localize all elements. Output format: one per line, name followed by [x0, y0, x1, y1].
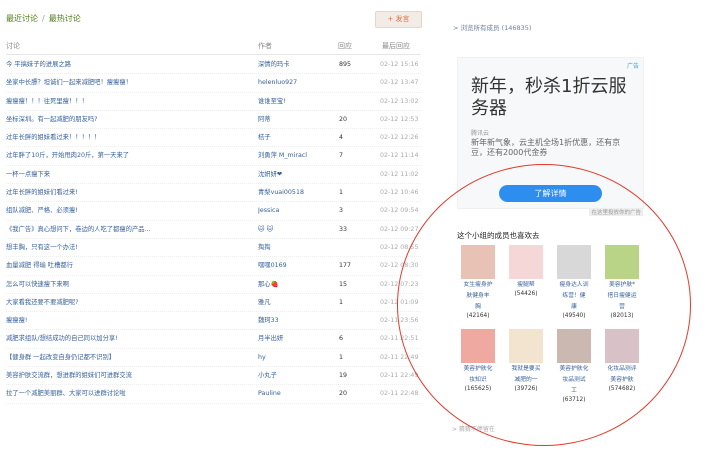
row-reply-count: 1: [339, 298, 344, 306]
table-row: 坐标深圳。有一起减肥的朋友吗? 阿蒂 20 02-12 12:53: [6, 111, 421, 130]
post-button[interactable]: + 发言: [375, 11, 422, 28]
table-row: 怎么可以快速瘦下来啊 那心🍓 15 02-12 07:23: [6, 276, 421, 294]
table-row: 拉了一个减肥美丽群、大家可以进群讨论啦 Pauline 20 02-11 22:48: [6, 385, 421, 404]
row-title[interactable]: 拉了一个减肥美丽群、大家可以进群讨论啦: [6, 385, 126, 402]
table-row: 过年长胖的姐妹看过来！！！！！ 桔子 4 02-12 12:26: [6, 129, 421, 148]
row-title[interactable]: 血量减肥 得瑜 吐槽都行: [6, 257, 73, 274]
row-author[interactable]: Jessica: [258, 202, 279, 219]
row-title[interactable]: 瘦瘦瘦！！！往死里瘦！！！: [6, 93, 88, 110]
row-reply-count: 3: [339, 207, 344, 215]
row-title[interactable]: 大家看我还要不要减肥呢?: [6, 294, 79, 311]
row-reply-count: 1: [339, 353, 344, 361]
row-title[interactable]: 组队减肥、严格、必须瘦!: [6, 202, 78, 219]
row-author[interactable]: 小丸子: [258, 367, 277, 384]
row-title[interactable]: 想丰胸，只有这一个办法!: [6, 239, 78, 256]
row-title[interactable]: 过年长胖的姐妹们看过来!: [6, 184, 78, 201]
row-time: 02-12 15:16: [380, 61, 419, 68]
ad-brand: 腾讯云: [471, 130, 490, 137]
ad-tag: 广告: [626, 63, 639, 70]
table-row: 大家看我还要不要减肥呢? 雅凡 1 02-12 01:09: [6, 294, 421, 313]
row-time: 02-12 12:53: [380, 115, 419, 123]
row-time: 02-12 10:46: [380, 189, 419, 197]
browse-members-link[interactable]: > 浏览所有成员 (146835): [453, 22, 531, 32]
table-row: 过年胖了10斤，开始甩肉20斤，第一天来了 刘勇萍 M_miracl 7 02-12 …: [6, 147, 421, 166]
row-title[interactable]: 怎么可以快速瘦下来啊: [6, 276, 69, 293]
table-row: 今 平搞妹子的进展之路 深情的玛卡 895 02-12 15:16: [6, 56, 421, 75]
row-author[interactable]: 沈妍妍❤: [258, 166, 282, 183]
row-time: 02-12 13:02: [380, 97, 419, 105]
table-row: 瘦瘦瘦! 魏珂33 02-11 23:56: [6, 312, 421, 331]
row-title[interactable]: 坐家中长膘？坦诚们一起来减肥吧！瘦瘦瘦！: [6, 74, 132, 91]
header-title: 讨论: [6, 42, 20, 50]
row-author[interactable]: 魏珂33: [258, 312, 279, 329]
row-reply-count: 6: [339, 335, 344, 343]
row-title[interactable]: 一杯一点瘦下来: [6, 166, 50, 183]
table-row: 减肥求组队/想结成功的自己同以加分享! 月半出妍 6 02-11 22:51: [6, 330, 421, 349]
row-title[interactable]: 《我广告》真心想问下，卷边的人吃了都瘦的产品...: [6, 221, 151, 238]
row-reply-count: 4: [339, 134, 344, 142]
row-time: 02-12 12:26: [380, 134, 419, 142]
header-reply: 回应: [338, 42, 352, 50]
row-title[interactable]: 过年胖了10斤，开始甩肉20斤，第一天来了: [6, 147, 129, 164]
row-title[interactable]: 【健身群 一起改变自身仍记都不识别】: [6, 349, 115, 366]
tabs: 最近讨论 / 最热讨论: [6, 13, 81, 24]
row-author[interactable]: 嘿嘿0169: [258, 257, 287, 274]
tab-recent[interactable]: 最近讨论: [6, 14, 38, 23]
table-row: 坐家中长膘？坦诚们一起来减肥吧！瘦瘦瘦！ helenluo927 02-12 13:…: [6, 74, 421, 93]
table-row: 想丰胸，只有这一个办法! 掏掏 02-12 08:55: [6, 239, 421, 258]
row-author[interactable]: 刘勇萍 M_miracl: [258, 147, 307, 164]
table-header: 讨论 作者 回应 最后回应: [6, 41, 421, 55]
row-title[interactable]: 过年长胖的姐妹看过来！！！！！: [6, 129, 100, 146]
row-reply-count: 33: [339, 225, 348, 233]
table-row: 《我广告》真心想问下，卷边的人吃了都瘦的产品... 🐱 🐱 33 02-12 09:2…: [6, 221, 421, 239]
row-time: 02-12 13:47: [380, 79, 419, 87]
row-author[interactable]: 雅凡: [258, 294, 271, 311]
row-title[interactable]: 美容护肤交流群，想进群的姐妹们可进群交流: [6, 367, 132, 384]
header-time: 最后回应: [382, 42, 410, 50]
row-author[interactable]: 月半出妍: [258, 330, 283, 347]
ad-headline[interactable]: 新年，秒杀1折云服务器: [471, 76, 631, 120]
row-author[interactable]: helenluo927: [258, 74, 297, 91]
table-row: 一杯一点瘦下来 沈妍妍❤ 02-12 11:02: [6, 166, 421, 185]
row-title[interactable]: 减肥求组队/想结成功的自己同以加分享!: [6, 330, 118, 347]
row-title[interactable]: 今 平搞妹子的进展之路: [6, 56, 71, 73]
row-author[interactable]: 🐱 🐱: [258, 221, 273, 238]
ad-description: 新年新气象，云主机全场1折优惠，还有京豆，还有2000代金券: [471, 138, 621, 157]
header-author: 作者: [258, 42, 272, 50]
highlight-circle: [397, 164, 691, 446]
row-author[interactable]: 谁谁至宝!: [258, 93, 286, 110]
row-author[interactable]: hy: [258, 349, 266, 366]
row-author[interactable]: 青梨vuai00518: [258, 184, 304, 201]
table-row: 过年长胖的姐妹们看过来! 青梨vuai00518 1 02-12 10:46: [6, 184, 421, 203]
row-time: 02-11 22:48: [380, 390, 419, 398]
row-title[interactable]: 坐标深圳。有一起减肥的朋友吗?: [6, 111, 98, 128]
table-row: 【健身群 一起改变自身仍记都不识别】 hy 1 02-11 22:49: [6, 349, 421, 368]
row-author[interactable]: 阿蒂: [258, 111, 271, 128]
table-row: 美容护肤交流群，想进群的姐妹们可进群交流 小丸子 19 02-11 22:49: [6, 367, 421, 386]
row-author[interactable]: 深情的玛卡: [258, 56, 289, 73]
row-reply-count: 177: [339, 262, 352, 270]
row-time: 02-12 11:14: [380, 152, 419, 160]
row-reply-count: 15: [339, 280, 348, 288]
row-time: 02-12 11:02: [380, 170, 419, 178]
row-time: 02-12 09:54: [380, 207, 419, 215]
table-row: 组队减肥、严格、必须瘦! Jessica 3 02-12 09:54: [6, 202, 421, 221]
row-author[interactable]: Pauline: [258, 385, 281, 402]
row-author[interactable]: 那心🍓: [258, 276, 278, 293]
tab-hot[interactable]: 最热讨论: [49, 14, 81, 23]
row-reply-count: 20: [339, 115, 348, 123]
row-time: 02-12 09:27: [380, 225, 419, 233]
row-reply-count: 7: [339, 152, 344, 160]
row-reply-count: 1: [339, 189, 344, 197]
row-reply-count: 20: [339, 390, 348, 398]
table-row: 瘦瘦瘦！！！往死里瘦！！！ 谁谁至宝! 02-12 13:02: [6, 93, 421, 111]
row-author[interactable]: 掏掏: [258, 239, 271, 256]
row-reply-count: 19: [339, 372, 348, 380]
row-author[interactable]: 桔子: [258, 129, 271, 146]
row-reply-count: 895: [339, 61, 352, 68]
tab-separator: /: [42, 14, 45, 23]
row-title[interactable]: 瘦瘦瘦!: [6, 312, 27, 329]
table-row: 血量减肥 得瑜 吐槽都行 嘿嘿0169 177 02-12 08:30: [6, 257, 421, 276]
topic-table: 今 平搞妹子的进展之路 深情的玛卡 895 02-12 15:16 坐家中长膘？坦诚们一…: [6, 56, 421, 404]
